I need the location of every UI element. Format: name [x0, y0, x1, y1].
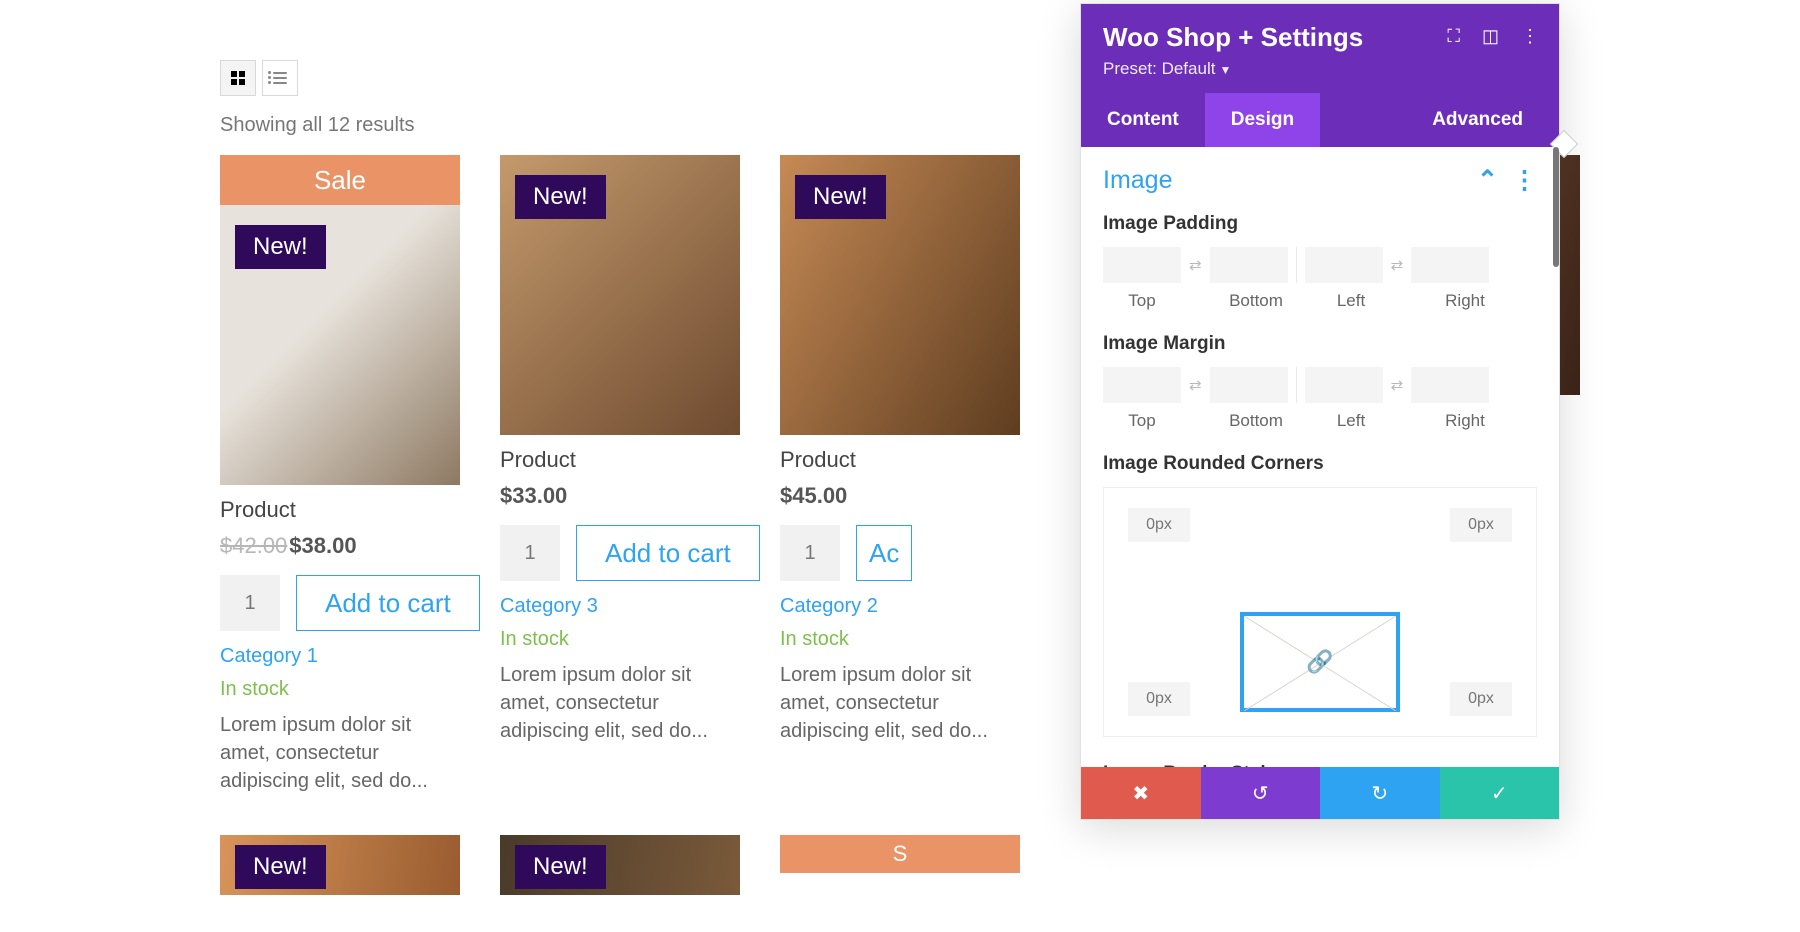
- close-button[interactable]: ✖: [1081, 767, 1201, 819]
- border-styles-label: Image Border Styles: [1103, 763, 1537, 767]
- product-category[interactable]: Category 1: [220, 645, 460, 668]
- image-padding-label: Image Padding: [1103, 213, 1537, 235]
- collapse-icon[interactable]: ⌃: [1477, 165, 1498, 195]
- product-card: New! Product $45.00 Ac Category 2 In sto…: [780, 155, 1020, 795]
- tab-advanced[interactable]: Advanced: [1406, 93, 1549, 147]
- undo-icon: ↺: [1252, 781, 1269, 806]
- corners-preview: 🔗: [1240, 612, 1400, 712]
- scrollbar[interactable]: [1553, 147, 1559, 267]
- check-icon: ✓: [1491, 781, 1508, 806]
- product-description: Lorem ipsum dolor sit amet, consectetur …: [500, 661, 740, 745]
- close-icon: ✖: [1132, 781, 1149, 806]
- product-image[interactable]: New!: [500, 835, 740, 895]
- rounded-corners-label: Image Rounded Corners: [1103, 453, 1537, 475]
- link-icon[interactable]: ⇄: [1189, 256, 1202, 274]
- save-button[interactable]: ✓: [1440, 767, 1560, 819]
- section-title[interactable]: Image: [1103, 166, 1172, 195]
- product-image[interactable]: New!: [500, 155, 740, 435]
- link-icon[interactable]: 🔗: [1306, 649, 1333, 675]
- sale-badge: S: [780, 835, 1020, 873]
- list-view-button[interactable]: [262, 60, 298, 96]
- margin-bottom-input[interactable]: [1210, 367, 1288, 403]
- padding-inputs: ⇄ ⇄: [1103, 247, 1537, 283]
- stock-status: In stock: [500, 628, 740, 651]
- link-icon[interactable]: ⇄: [1189, 376, 1202, 394]
- quantity-input[interactable]: [780, 525, 840, 581]
- margin-top-input[interactable]: [1103, 367, 1181, 403]
- add-to-cart-button[interactable]: Add to cart: [576, 525, 760, 581]
- new-badge: New!: [515, 175, 606, 219]
- product-card: Sale New! Product $42.00$38.00 Add to ca…: [220, 155, 460, 795]
- current-price: $45.00: [780, 483, 847, 508]
- current-price: $38.00: [289, 533, 356, 558]
- expand-icon[interactable]: ⛶: [1447, 26, 1460, 47]
- corner-tr-input[interactable]: [1450, 508, 1512, 542]
- redo-button[interactable]: ↻: [1320, 767, 1440, 819]
- stock-status: In stock: [220, 678, 460, 701]
- product-price: $33.00: [500, 483, 740, 509]
- product-image[interactable]: New!: [220, 205, 460, 485]
- section-menu-icon[interactable]: ⋮: [1512, 165, 1537, 195]
- chevron-down-icon: ▼: [1219, 63, 1231, 77]
- add-to-cart-button[interactable]: Add to cart: [296, 575, 480, 631]
- panel-tabs: Content Design Advanced: [1081, 93, 1559, 147]
- link-icon[interactable]: ⇄: [1391, 256, 1404, 274]
- padding-bottom-input[interactable]: [1210, 247, 1288, 283]
- sale-badge: Sale: [220, 155, 460, 206]
- new-badge: New!: [515, 845, 606, 889]
- tab-content[interactable]: Content: [1081, 93, 1205, 147]
- link-icon[interactable]: ⇄: [1391, 376, 1404, 394]
- product-price: $45.00: [780, 483, 1020, 509]
- list-icon: [273, 72, 287, 84]
- product-card: New! Product $33.00 Add to cart Category…: [500, 155, 740, 795]
- padding-right-input[interactable]: [1411, 247, 1489, 283]
- corner-br-input[interactable]: [1450, 682, 1512, 716]
- corner-bl-input[interactable]: [1128, 682, 1190, 716]
- image-margin-label: Image Margin: [1103, 333, 1537, 355]
- product-title[interactable]: Product: [780, 447, 1020, 473]
- old-price: $42.00: [220, 533, 287, 558]
- product-card: New!: [500, 835, 740, 895]
- margin-left-input[interactable]: [1305, 367, 1383, 403]
- new-badge: New!: [235, 845, 326, 889]
- quantity-input[interactable]: [220, 575, 280, 631]
- product-image[interactable]: New!: [780, 155, 1020, 435]
- product-image[interactable]: New!: [220, 835, 460, 895]
- new-badge: New!: [235, 225, 326, 269]
- add-to-cart-button[interactable]: Ac: [856, 525, 912, 581]
- grid-icon: [231, 71, 245, 85]
- product-card: S: [780, 835, 1020, 895]
- padding-left-input[interactable]: [1305, 247, 1383, 283]
- margin-right-input[interactable]: [1411, 367, 1489, 403]
- product-description: Lorem ipsum dolor sit amet, consectetur …: [780, 661, 1020, 745]
- grid-view-button[interactable]: [220, 60, 256, 96]
- margin-inputs: ⇄ ⇄: [1103, 367, 1537, 403]
- current-price: $33.00: [500, 483, 567, 508]
- redo-icon: ↻: [1371, 781, 1388, 806]
- kebab-menu-icon[interactable]: ⋮: [1521, 26, 1539, 47]
- new-badge: New!: [795, 175, 886, 219]
- preset-selector[interactable]: Preset: Default▼: [1103, 59, 1537, 79]
- product-card: New!: [220, 835, 460, 895]
- product-title[interactable]: Product: [500, 447, 740, 473]
- settings-panel: Woo Shop + Settings Preset: Default▼ ⛶ ◫…: [1080, 3, 1560, 820]
- padding-top-input[interactable]: [1103, 247, 1181, 283]
- product-price: $42.00$38.00: [220, 533, 460, 559]
- snap-icon[interactable]: ◫: [1482, 26, 1499, 47]
- product-description: Lorem ipsum dolor sit amet, consectetur …: [220, 711, 460, 795]
- quantity-input[interactable]: [500, 525, 560, 581]
- panel-body[interactable]: Image ⌃ ⋮ Image Padding ⇄ ⇄ Top Bottom L…: [1081, 147, 1559, 767]
- tab-design[interactable]: Design: [1205, 93, 1320, 147]
- product-category[interactable]: Category 3: [500, 595, 740, 618]
- rounded-corners-control: 🔗: [1103, 487, 1537, 737]
- corner-tl-input[interactable]: [1128, 508, 1190, 542]
- stock-status: In stock: [780, 628, 1020, 651]
- panel-header: Woo Shop + Settings Preset: Default▼ ⛶ ◫…: [1081, 4, 1559, 93]
- undo-button[interactable]: ↺: [1201, 767, 1321, 819]
- product-category[interactable]: Category 2: [780, 595, 1020, 618]
- product-title[interactable]: Product: [220, 497, 460, 523]
- panel-footer: ✖ ↺ ↻ ✓: [1081, 767, 1559, 819]
